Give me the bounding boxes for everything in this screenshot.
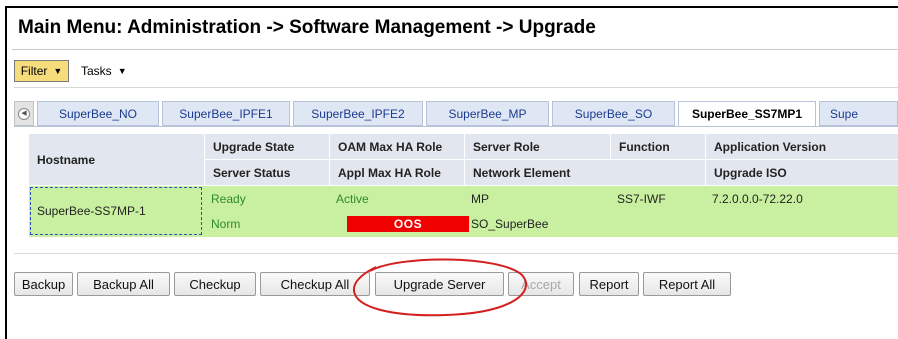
hostname-cell[interactable]: SuperBee-SS7MP-1	[30, 187, 202, 235]
column-header-upgrade-iso[interactable]: Upgrade ISO	[706, 160, 898, 185]
tasks-label: Tasks	[81, 64, 112, 78]
network-element-value: SO_SuperBee	[471, 217, 549, 231]
appl-max-ha-role-badge: OOS	[347, 216, 469, 232]
filter-button[interactable]: Filter ▼	[14, 60, 69, 82]
toolbar-divider	[14, 87, 898, 88]
backup-button[interactable]: Backup	[14, 272, 73, 296]
backup-all-button[interactable]: Backup All	[77, 272, 170, 296]
header-label: Function	[619, 139, 670, 154]
column-header-server-role[interactable]: Server Role	[465, 134, 610, 159]
column-header-hostname[interactable]: Hostname	[29, 134, 204, 185]
tab-superbee-mp[interactable]: SuperBee_MP	[426, 101, 549, 126]
header-label: Appl Max HA Role	[338, 165, 441, 180]
page-title: Main Menu: Administration -> Software Ma…	[18, 17, 596, 38]
header-label: Application Version	[714, 139, 827, 154]
tab-superbee-ipfe2[interactable]: SuperBee_IPFE2	[293, 101, 423, 126]
chevron-down-icon: ▼	[53, 66, 63, 76]
tabs-divider	[14, 126, 898, 127]
chevron-left-icon: ◀	[18, 107, 30, 120]
header-label: Server Role	[473, 139, 540, 154]
column-header-function[interactable]: Function	[611, 134, 705, 159]
toolbar: Filter ▼ Tasks ▼	[14, 60, 898, 84]
header-label: OAM Max HA Role	[338, 139, 443, 154]
column-header-oam-max-ha-role[interactable]: OAM Max HA Role	[330, 134, 464, 159]
tab-scroll-left-button[interactable]: ◀	[14, 101, 34, 126]
table-panel-divider	[14, 253, 898, 254]
server-role-value: MP	[471, 192, 489, 206]
column-header-network-element[interactable]: Network Element	[465, 160, 705, 185]
header-label: Network Element	[473, 165, 571, 180]
filter-label: Filter	[20, 64, 48, 78]
checkup-button[interactable]: Checkup	[174, 272, 256, 296]
tab-superbee-no[interactable]: SuperBee_NO	[37, 101, 159, 126]
column-header-appl-max-ha-role[interactable]: Appl Max HA Role	[330, 160, 464, 185]
tab-superbee-ss7mp1[interactable]: SuperBee_SS7MP1	[678, 101, 816, 127]
server-group-tabs: ◀ SuperBee_NO SuperBee_IPFE1 SuperBee_IP…	[14, 101, 898, 127]
application-version-value: 7.2.0.0.0-72.22.0	[712, 192, 803, 206]
header-label: Upgrade State	[213, 139, 295, 154]
report-button[interactable]: Report	[579, 272, 639, 296]
function-value: SS7-IWF	[617, 192, 666, 206]
oam-max-ha-role-value: Active	[336, 192, 369, 206]
tab-superbee-so[interactable]: SuperBee_SO	[552, 101, 675, 126]
column-header-server-status[interactable]: Server Status	[205, 160, 329, 185]
upgrade-server-button[interactable]: Upgrade Server	[375, 272, 504, 296]
tasks-menu[interactable]: Tasks ▼	[75, 60, 133, 82]
checkup-all-button[interactable]: Checkup All	[260, 272, 370, 296]
upgrade-iso-value	[706, 212, 898, 236]
accept-button: Accept	[508, 272, 574, 296]
report-all-button[interactable]: Report All	[643, 272, 731, 296]
tab-superbee-ipfe1[interactable]: SuperBee_IPFE1	[162, 101, 290, 126]
tab-superbee-overflow[interactable]: Supe	[819, 101, 898, 126]
column-header-upgrade-state[interactable]: Upgrade State	[205, 134, 329, 159]
server-status-value: Norm	[211, 217, 241, 231]
column-header-application-version[interactable]: Application Version	[706, 134, 898, 159]
header-label: Server Status	[213, 165, 291, 180]
header-label: Upgrade ISO	[714, 165, 787, 180]
title-divider	[12, 49, 898, 50]
upgrade-state-value: Ready	[211, 192, 246, 206]
chevron-down-icon: ▼	[117, 66, 127, 76]
header-label: Hostname	[37, 152, 96, 167]
